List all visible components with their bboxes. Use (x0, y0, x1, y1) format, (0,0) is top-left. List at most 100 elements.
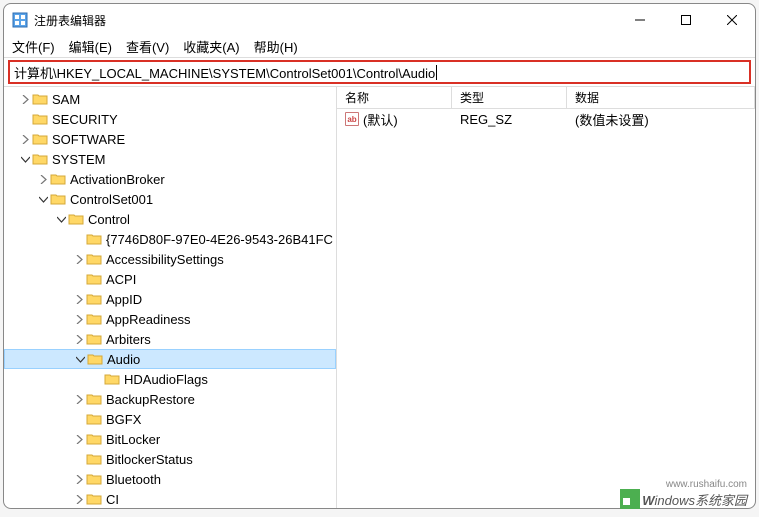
chevron-right-icon[interactable] (72, 492, 86, 506)
tree-item-activationbroker[interactable]: ActivationBroker (4, 169, 336, 189)
watermark: Windows系统家园 www.rushaifu.com (620, 489, 747, 509)
app-icon (12, 12, 28, 28)
list-row[interactable]: ab (默认) REG_SZ (数值未设置) (337, 109, 755, 129)
cell-data: (数值未设置) (567, 110, 755, 129)
tree-item-sam[interactable]: SAM (4, 89, 336, 109)
folder-icon (86, 492, 102, 506)
tree-item-software[interactable]: SOFTWARE (4, 129, 336, 149)
menu-help[interactable]: 帮助(H) (254, 37, 298, 56)
folder-icon (86, 272, 102, 286)
cell-type: REG_SZ (452, 112, 567, 127)
tree-label: BGFX (106, 412, 141, 427)
tree-item-system[interactable]: SYSTEM (4, 149, 336, 169)
tree-label: AccessibilitySettings (106, 252, 224, 267)
tree-label: ActivationBroker (70, 172, 165, 187)
watermark-logo-icon (620, 489, 640, 509)
folder-icon (50, 172, 66, 186)
col-name[interactable]: 名称 (337, 87, 452, 108)
maximize-button[interactable] (663, 4, 709, 36)
string-value-icon: ab (345, 112, 359, 126)
tree-label: BackupRestore (106, 392, 195, 407)
titlebar[interactable]: 注册表编辑器 (4, 4, 755, 36)
tree-label: BitLocker (106, 432, 160, 447)
watermark-suffix: 系统家园 (695, 493, 747, 508)
text-cursor (436, 65, 437, 80)
value-name: (默认) (363, 110, 398, 129)
menu-file[interactable]: 文件(F) (12, 37, 55, 56)
chevron-right-icon[interactable] (72, 292, 86, 306)
watermark-url: www.rushaifu.com (666, 479, 747, 490)
tree-item-audio[interactable]: Audio (4, 349, 336, 369)
folder-icon (32, 152, 48, 166)
list-panel[interactable]: 名称 类型 数据 ab (默认) REG_SZ (数值未设置) (337, 87, 755, 508)
folder-icon (86, 452, 102, 466)
cell-name: ab (默认) (337, 110, 452, 129)
folder-icon (87, 352, 103, 366)
folder-icon (104, 372, 120, 386)
tree-item-backuprestore[interactable]: BackupRestore (4, 389, 336, 409)
col-data[interactable]: 数据 (567, 87, 755, 108)
watermark-w: W (642, 493, 654, 508)
tree-item-acpi[interactable]: ACPI (4, 269, 336, 289)
tree-label: AppReadiness (106, 312, 191, 327)
tree-item-guid[interactable]: {7746D80F-97E0-4E26-9543-26B41FC (4, 229, 336, 249)
close-button[interactable] (709, 4, 755, 36)
menu-favorites[interactable]: 收藏夹(A) (183, 37, 239, 56)
tree-item-appid[interactable]: AppID (4, 289, 336, 309)
menu-view[interactable]: 查看(V) (126, 37, 169, 56)
tree-panel[interactable]: SAM SECURITY SOFTWARE SYSTEM ActivationB… (4, 87, 337, 508)
tree-item-controlset001[interactable]: ControlSet001 (4, 189, 336, 209)
tree-item-bgfx[interactable]: BGFX (4, 409, 336, 429)
watermark-rest: indows (655, 493, 695, 508)
address-bar[interactable]: 计算机\HKEY_LOCAL_MACHINE\SYSTEM\ControlSet… (8, 60, 751, 84)
minimize-button[interactable] (617, 4, 663, 36)
tree-item-ci[interactable]: CI (4, 489, 336, 508)
tree-label: BitlockerStatus (106, 452, 193, 467)
folder-icon (86, 412, 102, 426)
tree-item-accessibility[interactable]: AccessibilitySettings (4, 249, 336, 269)
folder-icon (32, 112, 48, 126)
tree-label: ControlSet001 (70, 192, 153, 207)
folder-icon (32, 92, 48, 106)
folder-icon (86, 232, 102, 246)
tree-item-hdaudioflags[interactable]: HDAudioFlags (4, 369, 336, 389)
chevron-right-icon[interactable] (72, 252, 86, 266)
tree-item-appreadiness[interactable]: AppReadiness (4, 309, 336, 329)
folder-icon (86, 312, 102, 326)
tree-item-bitlockerstatus[interactable]: BitlockerStatus (4, 449, 336, 469)
chevron-right-icon[interactable] (18, 92, 32, 106)
folder-icon (32, 132, 48, 146)
tree-item-bitlocker[interactable]: BitLocker (4, 429, 336, 449)
tree-label: AppID (106, 292, 142, 307)
col-type[interactable]: 类型 (452, 87, 567, 108)
folder-icon (86, 392, 102, 406)
tree-label: Audio (107, 352, 140, 367)
chevron-down-icon[interactable] (36, 192, 50, 206)
window-controls (617, 4, 755, 36)
chevron-down-icon[interactable] (73, 352, 87, 366)
chevron-right-icon[interactable] (72, 432, 86, 446)
tree-label: SECURITY (52, 112, 118, 127)
tree-item-bluetooth[interactable]: Bluetooth (4, 469, 336, 489)
menubar: 文件(F) 编辑(E) 查看(V) 收藏夹(A) 帮助(H) (4, 36, 755, 58)
chevron-right-icon[interactable] (72, 332, 86, 346)
tree-item-arbiters[interactable]: Arbiters (4, 329, 336, 349)
chevron-right-icon[interactable] (36, 172, 50, 186)
chevron-right-icon[interactable] (72, 392, 86, 406)
chevron-right-icon[interactable] (18, 132, 32, 146)
folder-icon (50, 192, 66, 206)
window-frame: 注册表编辑器 文件(F) 编辑(E) 查看(V) 收藏夹(A) 帮助(H) 计算… (3, 3, 756, 509)
tree-label: Control (88, 212, 130, 227)
window-title: 注册表编辑器 (34, 12, 617, 29)
tree-label: {7746D80F-97E0-4E26-9543-26B41FC (106, 232, 333, 247)
chevron-right-icon[interactable] (72, 312, 86, 326)
tree-item-control[interactable]: Control (4, 209, 336, 229)
chevron-down-icon[interactable] (54, 212, 68, 226)
tree-item-security[interactable]: SECURITY (4, 109, 336, 129)
menu-edit[interactable]: 编辑(E) (69, 37, 112, 56)
chevron-down-icon[interactable] (18, 152, 32, 166)
chevron-right-icon[interactable] (72, 472, 86, 486)
tree-label: Arbiters (106, 332, 151, 347)
folder-icon (86, 332, 102, 346)
content-area: SAM SECURITY SOFTWARE SYSTEM ActivationB… (4, 86, 755, 508)
